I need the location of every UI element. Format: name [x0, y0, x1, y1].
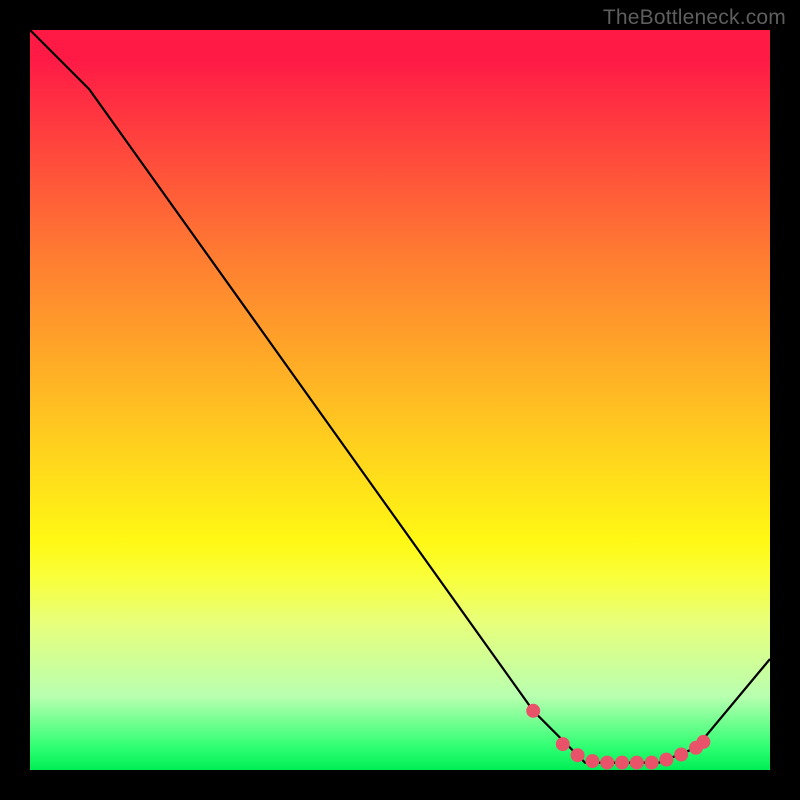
- optimal-marker: [571, 748, 585, 762]
- optimal-marker: [674, 748, 688, 762]
- optimal-markers: [526, 704, 710, 770]
- plot-area: [30, 30, 770, 770]
- optimal-marker: [645, 756, 659, 770]
- optimal-marker: [556, 737, 570, 751]
- optimal-marker: [615, 756, 629, 770]
- optimal-marker: [630, 756, 644, 770]
- optimal-marker: [585, 754, 599, 768]
- optimal-marker: [600, 756, 614, 770]
- optimal-marker: [696, 735, 710, 749]
- chart-root: TheBottleneck.com: [0, 0, 800, 800]
- curve-svg: [30, 30, 770, 770]
- optimal-marker: [526, 704, 540, 718]
- bottleneck-curve: [30, 30, 770, 763]
- watermark-text: TheBottleneck.com: [603, 6, 786, 30]
- optimal-marker: [659, 753, 673, 767]
